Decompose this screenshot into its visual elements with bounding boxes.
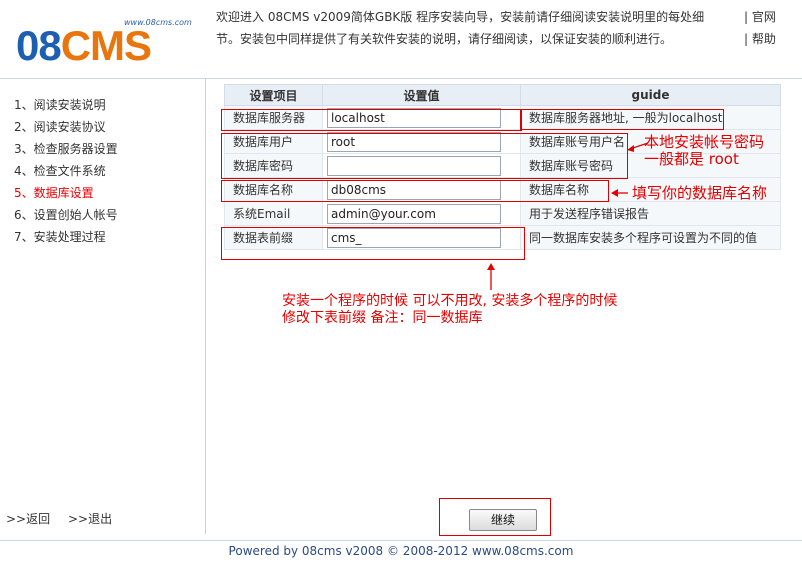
annotation-prefix-line-2: 修改下表前缀 备注：同一数据库 [282,310,483,326]
annotation-account-line-1: 本地安装帐号密码 [644,133,765,151]
arrow-db-name-icon [611,189,628,197]
highlight-account-rows [221,133,628,179]
step-check-server[interactable]: 3、检查服务器设置 [14,138,118,160]
exit-link[interactable]: >>退出 [68,512,112,526]
intro-text: 欢迎进入 08CMS v2009简体GBK版 程序安装向导，安装前请仔细阅读安装… [216,6,716,50]
table-row: 系统Email 用于发送程序错误报告 [224,201,781,226]
logo-mark-right: CMS [60,22,152,69]
table-header-row: 设置项目 设置值 guide [224,84,781,106]
step-founder-account[interactable]: 6、设置创始人帐号 [14,204,118,226]
logo: www.08cms.com 08CMS [16,18,192,70]
table-prefix-guide: 同一数据库安装多个程序可设置为不同的值 [520,225,781,250]
system-email-input[interactable] [327,203,501,224]
header-setting-value: 设置值 [322,84,521,106]
footer-divider [0,540,802,541]
step-install-process[interactable]: 7、安装处理过程 [14,226,118,248]
step-database-settings[interactable]: 5、数据库设置 [14,182,118,204]
annotation-account-line-2: 一般都是 root [644,150,739,168]
continue-button[interactable]: 继续 [469,509,537,531]
annotation-prefix-note: 安装一个程序的时候 可以不用改, 安装多个程序的时候 修改下表前缀 备注：同一数… [282,293,617,327]
help-link[interactable]: | 帮助 [744,28,800,50]
nav-links: >>返回 >>退出 [6,510,126,527]
arrow-prefix-icon [487,263,495,290]
annotation-account-note: 本地安装帐号密码 一般都是 root [644,134,764,168]
highlight-prefix-row [221,227,525,260]
header-setting-item: 设置项目 [224,84,323,106]
annotation-prefix-line-1: 安装一个程序的时候 可以不用改, 安装多个程序的时候 [282,293,618,309]
logo-mark-left: 08 [16,22,62,69]
header-divider [0,78,802,79]
back-link[interactable]: >>返回 [6,512,50,526]
sidebar-divider [205,79,206,534]
step-check-files[interactable]: 4、检查文件系统 [14,160,118,182]
top-links: | 官网 | 帮助 [744,6,800,50]
highlight-db-name-row [221,180,609,202]
header-guide: guide [520,84,781,106]
annotation-db-name-note: 填写你的数据库名称 [632,184,768,202]
system-email-guide: 用于发送程序错误报告 [520,201,781,226]
intro-line-2: 节。安装包中同样提供了有关软件安装的说明，请仔细阅读，以保证安装的顺利进行。 [216,32,673,46]
step-read-guide[interactable]: 1、阅读安装说明 [14,94,118,116]
logo-mark: 08CMS [16,22,152,69]
official-site-link[interactable]: | 官网 [744,6,800,28]
install-steps: 1、阅读安装说明 2、阅读安装协议 3、检查服务器设置 4、检查文件系统 5、数… [14,94,118,248]
step-read-agreement[interactable]: 2、阅读安装协议 [14,116,118,138]
highlight-db-host-guide [520,109,724,130]
intro-line-1: 欢迎进入 08CMS v2009简体GBK版 程序安装向导，安装前请仔细阅读安装… [216,10,705,24]
highlight-db-host-row [221,109,522,131]
footer-text: Powered by 08cms v2008 © 2008-2012 www.0… [228,544,574,558]
system-email-label: 系统Email [224,201,323,226]
